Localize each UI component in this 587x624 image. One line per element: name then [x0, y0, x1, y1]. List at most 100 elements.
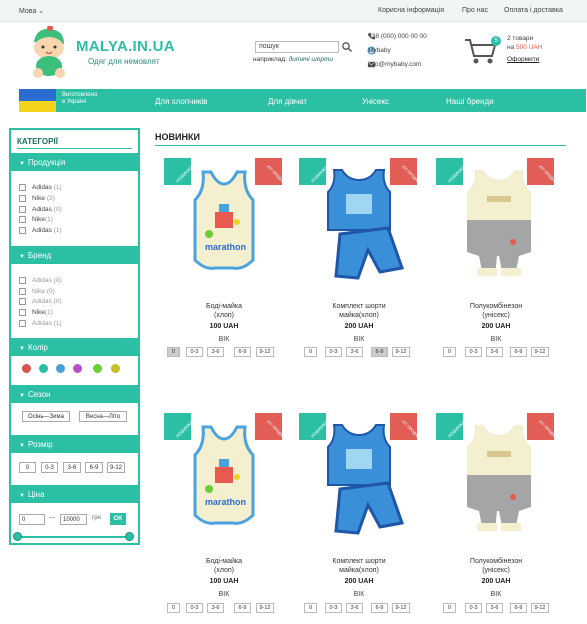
contact-email[interactable]: info@mybaby.com — [368, 61, 421, 68]
product-size-button[interactable]: 6-9 — [371, 603, 388, 613]
product-name[interactable]: Боді-майка (хлоп) — [164, 557, 284, 575]
contact-phone[interactable]: +38 (000) 000 00 00 — [368, 33, 427, 40]
product-name[interactable]: Полукомбінезон (унісекс) — [436, 302, 556, 320]
size-filter-button[interactable]: 0 — [19, 462, 36, 473]
product-size-button[interactable]: 0-3 — [325, 347, 342, 357]
product-size-button[interactable]: 3-6 — [207, 347, 224, 357]
age-label: ВІК — [490, 336, 502, 343]
product-size-button[interactable]: 9-12 — [256, 603, 274, 613]
nav-item-brands[interactable]: Наші бренди — [446, 97, 494, 106]
product-size-button[interactable]: 0 — [443, 603, 456, 613]
price-slider-track[interactable] — [17, 536, 130, 538]
product-price: 200 UAH — [344, 578, 374, 585]
product-size-button[interactable]: 6-9 — [510, 347, 527, 357]
product-size-button[interactable]: 9-12 — [392, 347, 410, 357]
cart-items-count: 2 товари — [507, 35, 534, 42]
checkbox-label: Nike(1) — [32, 216, 53, 223]
product-size-button[interactable]: 0-3 — [186, 603, 203, 613]
product-size-button[interactable]: 0-3 — [465, 347, 482, 357]
hit-badge: ХІТ ПРОДАЖУ — [390, 158, 417, 185]
product-size-button[interactable]: 0 — [304, 603, 317, 613]
size-filter-button[interactable]: 3-6 — [63, 462, 81, 473]
price-slider-min-handle[interactable] — [13, 532, 22, 541]
top-link-payment-delivery[interactable]: Оплата і доставка — [504, 7, 563, 14]
product-size-button[interactable]: 9-12 — [531, 603, 549, 613]
filter-header-price[interactable]: ▼ Ціна — [11, 485, 138, 503]
size-filter-button[interactable]: 0-3 — [41, 462, 58, 473]
product-size-button[interactable]: 9-12 — [531, 347, 549, 357]
product-size-button[interactable]: 3-6 — [486, 347, 503, 357]
product-size-button[interactable]: 6-9 — [371, 347, 388, 357]
product-size-button[interactable]: 3-6 — [486, 603, 503, 613]
made-in-ukraine-label: Виготовлено в Україні — [62, 92, 98, 105]
checkbox[interactable] — [19, 184, 26, 191]
product-size-button[interactable]: 3-6 — [207, 603, 224, 613]
price-slider-max-handle[interactable] — [125, 532, 134, 541]
product-size-button[interactable]: 6-9 — [234, 347, 251, 357]
nav-item-girls[interactable]: Для дівчат — [268, 97, 307, 106]
color-swatch-green[interactable] — [93, 364, 102, 373]
filter-header-season[interactable]: ▼ Сезон — [11, 385, 138, 403]
price-ok-button[interactable]: OK — [110, 513, 126, 525]
color-swatch-blue[interactable] — [56, 364, 65, 373]
product-size-button[interactable]: 9-12 — [256, 347, 274, 357]
baby-logo-icon[interactable] — [26, 26, 72, 78]
checkbox-label: Adidas (0) — [32, 298, 62, 305]
top-link-about[interactable]: Про нас — [462, 7, 488, 14]
checkbox[interactable] — [19, 206, 26, 213]
color-swatch-teal[interactable] — [39, 364, 48, 373]
product-size-button[interactable]: 6-9 — [234, 603, 251, 613]
product-size-button[interactable]: 0-3 — [186, 347, 203, 357]
product-size-button[interactable]: 0-3 — [465, 603, 482, 613]
checkbox[interactable] — [19, 320, 26, 327]
product-name[interactable]: Полукомбінезон (унісекс) — [436, 557, 556, 575]
color-swatch-red[interactable] — [22, 364, 31, 373]
color-swatch-yellow[interactable] — [111, 364, 120, 373]
checkout-link[interactable]: Оформити — [507, 56, 539, 63]
product-size-button[interactable]: 0 — [304, 347, 317, 357]
filter-header-size[interactable]: ▼ Розмір — [11, 435, 138, 453]
nav-item-unisex[interactable]: Унісекс — [362, 97, 389, 106]
language-selector[interactable]: Мова ⌄ — [19, 7, 44, 15]
season-spring-summer-button[interactable]: Весна—Літо — [79, 411, 127, 422]
checkbox[interactable] — [19, 216, 26, 223]
hit-badge: ХІТ ПРОДАЖУ — [527, 158, 554, 185]
search-input[interactable]: пошук — [255, 41, 339, 53]
search-icon[interactable] — [341, 41, 353, 53]
filter-header-products[interactable]: ▼ Продукція — [11, 153, 138, 171]
season-autumn-winter-button[interactable]: Осінь—Зима — [22, 411, 70, 422]
product-size-button[interactable]: 6-9 — [510, 603, 527, 613]
product-name[interactable]: Боді-майка (хлоп) — [164, 302, 284, 320]
product-size-button[interactable]: 3-6 — [346, 603, 363, 613]
chevron-down-icon: ▼ — [19, 346, 25, 352]
checkbox[interactable] — [19, 288, 26, 295]
top-link-useful-info[interactable]: Корисна інформація — [378, 7, 444, 14]
site-logo-text[interactable]: MALYA.IN.UA — [76, 38, 175, 55]
checkbox[interactable] — [19, 195, 26, 202]
color-swatch-purple[interactable] — [73, 364, 82, 373]
checkbox[interactable] — [19, 309, 26, 316]
product-size-button[interactable]: 9-12 — [392, 603, 410, 613]
divider — [155, 145, 566, 146]
checkbox[interactable] — [19, 227, 26, 234]
size-filter-button[interactable]: 6-9 — [85, 462, 103, 473]
size-filter-button[interactable]: 9-12 — [107, 462, 125, 473]
price-separator: — — [49, 515, 55, 521]
checkbox[interactable] — [19, 277, 26, 284]
product-size-button[interactable]: 0 — [167, 603, 180, 613]
product-size-button[interactable]: 3-6 — [346, 347, 363, 357]
price-to-input[interactable]: 10000 — [60, 514, 87, 525]
contact-skype[interactable]: Mybaby — [368, 47, 391, 54]
product-name[interactable]: Комплект шорти майка(хлоп) — [299, 557, 419, 575]
product-size-button[interactable]: 0 — [443, 347, 456, 357]
product-size-button[interactable]: 0 — [167, 347, 180, 357]
checkbox[interactable] — [19, 298, 26, 305]
nav-item-boys[interactable]: Для хлопчиків — [155, 97, 207, 106]
filter-header-brand[interactable]: ▼ Бренд — [11, 246, 138, 264]
hit-badge: ХІТ ПРОДАЖУ — [390, 413, 417, 440]
age-label: ВІК — [353, 591, 365, 598]
filter-header-color[interactable]: ▼ Колір — [11, 338, 138, 356]
product-name[interactable]: Комплект шорти майка(хлоп) — [299, 302, 419, 320]
product-size-button[interactable]: 0-3 — [325, 603, 342, 613]
price-from-input[interactable]: 0 — [19, 514, 45, 525]
